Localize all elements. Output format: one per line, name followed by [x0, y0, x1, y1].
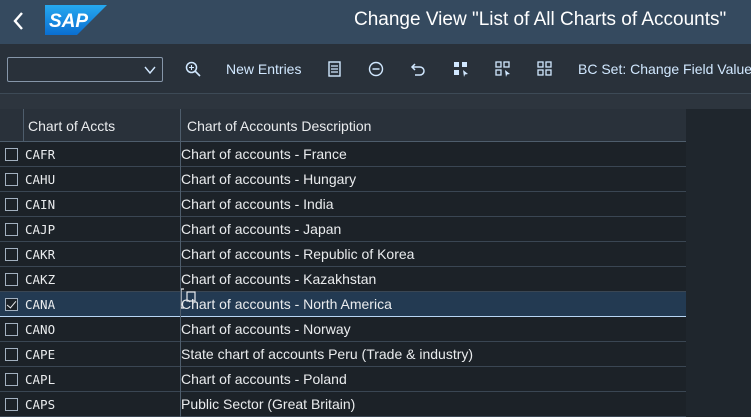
chart-of-accts-cell: CAPE: [25, 347, 56, 362]
description-cell: Chart of accounts - North America: [181, 296, 392, 312]
description-cell: Chart of accounts - Norway: [181, 321, 351, 337]
row-select-checkbox[interactable]: [5, 323, 18, 336]
description-cell: Chart of accounts - Poland: [181, 371, 347, 387]
select-all-column-header[interactable]: [0, 109, 24, 142]
table-row[interactable]: CAKR Chart of accounts - Republic of Kore…: [0, 242, 686, 267]
row-select-checkbox[interactable]: [5, 348, 18, 361]
table-control: Chart of Accts Chart of Accounts Descrip…: [0, 109, 751, 417]
row-select-checkbox[interactable]: [5, 198, 18, 211]
select-block-icon[interactable]: [492, 58, 514, 80]
zoom-icon[interactable]: [182, 58, 204, 80]
mouse-cursor-icon: [180, 288, 198, 310]
description-cell: State chart of accounts Peru (Trade & in…: [181, 346, 474, 362]
description-cell: Chart of accounts - France: [181, 146, 347, 162]
bc-set-change-field-values-button[interactable]: BC Set: Change Field Values: [578, 61, 751, 77]
chevron-down-icon: [144, 66, 156, 75]
description-cell: Chart of accounts - Republic of Korea: [181, 246, 415, 262]
table-header: Chart of Accts Chart of Accounts Descrip…: [0, 109, 686, 142]
description-cell: Chart of accounts - Hungary: [181, 171, 357, 187]
table-row[interactable]: CAPE State chart of accounts Peru (Trade …: [0, 342, 686, 367]
table-row[interactable]: CAIN Chart of accounts - India: [0, 192, 686, 217]
chart-of-accts-cell: CAKZ: [25, 272, 56, 287]
back-icon[interactable]: [8, 8, 30, 34]
table-row[interactable]: CANA Chart of accounts - North America: [0, 288, 686, 317]
table-row[interactable]: CANO Chart of accounts - Norway: [0, 317, 686, 342]
row-select-checkbox[interactable]: [5, 248, 18, 261]
table-row[interactable]: CAJP Chart of accounts - Japan: [0, 217, 686, 242]
table-row[interactable]: CAFR Chart of accounts - France: [0, 142, 686, 167]
column-header-chart-of-accts[interactable]: Chart of Accts: [28, 118, 115, 134]
empty-area: [686, 109, 751, 417]
row-select-checkbox[interactable]: [5, 373, 18, 386]
row-select-checkbox[interactable]: [5, 273, 18, 286]
shell-header: SAP Change View "List of All Charts of A…: [0, 0, 751, 44]
row-select-checkbox[interactable]: [5, 148, 18, 161]
chart-of-accts-cell: CAKR: [25, 247, 56, 262]
sub-toolbar: [0, 93, 751, 109]
row-select-checkbox[interactable]: [5, 298, 18, 311]
new-entries-button[interactable]: New Entries: [226, 61, 301, 77]
svg-text:SAP: SAP: [49, 11, 88, 32]
chart-of-accts-cell: CAHU: [25, 172, 56, 187]
page-title: Change View "List of All Charts of Accou…: [354, 9, 727, 30]
table-row[interactable]: CAHU Chart of accounts - Hungary: [0, 167, 686, 192]
row-select-checkbox[interactable]: [5, 223, 18, 236]
description-cell: Public Sector (Great Britain): [181, 396, 356, 412]
description-cell: Chart of accounts - Japan: [181, 221, 342, 237]
delete-icon[interactable]: [365, 58, 387, 80]
table-row[interactable]: CAKZ Chart of accounts - Kazakhstan: [0, 267, 686, 292]
description-cell: Chart of accounts - Kazakhstan: [181, 271, 377, 287]
chart-of-accts-cell: CAPS: [25, 397, 56, 412]
column-divider: [180, 109, 181, 417]
deselect-all-icon[interactable]: [534, 58, 556, 80]
select-all-icon[interactable]: [450, 58, 472, 80]
chart-of-accts-cell: CAPL: [25, 372, 56, 387]
column-header-description[interactable]: Chart of Accounts Description: [187, 118, 371, 134]
undo-icon[interactable]: [407, 58, 429, 80]
chart-of-accts-cell: CANA: [25, 297, 56, 312]
table-row[interactable]: CAPS Public Sector (Great Britain): [0, 392, 686, 417]
table-row[interactable]: CAPL Chart of accounts - Poland: [0, 367, 686, 392]
chart-of-accts-cell: CAJP: [25, 222, 56, 237]
sap-logo: SAP: [45, 5, 107, 35]
copy-as-icon[interactable]: [324, 58, 346, 80]
chart-of-accts-cell: CANO: [25, 322, 56, 337]
description-cell: Chart of accounts - India: [181, 196, 334, 212]
command-field[interactable]: [7, 57, 163, 82]
chart-of-accts-cell: CAFR: [25, 147, 56, 162]
row-select-checkbox[interactable]: [5, 173, 18, 186]
row-select-checkbox[interactable]: [5, 398, 18, 411]
chart-of-accts-cell: CAIN: [25, 197, 56, 212]
